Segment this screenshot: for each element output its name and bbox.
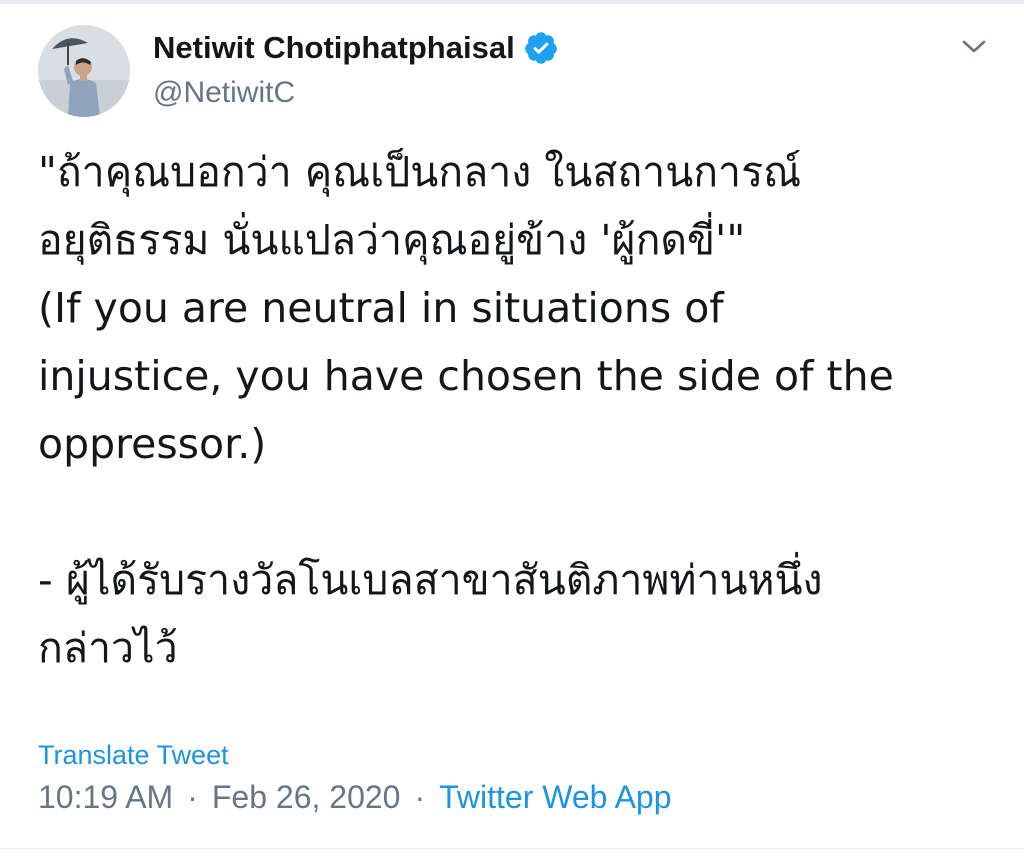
avatar-image	[38, 25, 130, 117]
tweet-text-line: injustice, you have chosen the side of t…	[38, 352, 894, 400]
tweet-menu-caret[interactable]	[954, 30, 994, 64]
tweet-time[interactable]: 10:19 AM	[38, 779, 173, 816]
verified-badge-icon	[523, 30, 559, 66]
author-handle[interactable]: @NetiwitC	[153, 76, 295, 110]
tweet-source-link[interactable]: Twitter Web App	[439, 779, 671, 816]
bottom-divider	[0, 848, 1024, 849]
avatar[interactable]	[38, 25, 130, 117]
tweet-date[interactable]: Feb 26, 2020	[212, 779, 401, 816]
top-divider	[0, 0, 1024, 4]
metadata-separator: ·	[414, 779, 426, 815]
tweet-text-line: กล่าวไว้	[38, 624, 178, 672]
chevron-down-icon	[962, 40, 986, 53]
tweet-metadata: 10:19 AM · Feb 26, 2020 · Twitter Web Ap…	[38, 779, 672, 816]
display-name[interactable]: Netiwit Chotiphatphaisal	[153, 30, 515, 66]
tweet-text-line: - ผู้ได้รับรางวัลโนเบลสาขาสันติภาพท่านหน…	[38, 556, 823, 604]
tweet-text-line: "ถ้าคุณบอกว่า คุณเป็นกลาง ในสถานการณ์	[38, 148, 802, 196]
tweet-text-line: อยุติธรรม นั่นแปลว่าคุณอยู่ข้าง 'ผู้กดขี…	[38, 216, 746, 264]
author-name-row: Netiwit Chotiphatphaisal	[153, 26, 559, 70]
metadata-separator: ·	[187, 779, 198, 815]
tweet-text: "ถ้าคุณบอกว่า คุณเป็นกลาง ในสถานการณ์ อย…	[38, 138, 1008, 682]
tweet-text-line: (If you are neutral in situations of	[38, 284, 724, 332]
tweet-text-line: oppressor.)	[38, 420, 267, 468]
translate-tweet-link[interactable]: Translate Tweet	[38, 740, 229, 771]
